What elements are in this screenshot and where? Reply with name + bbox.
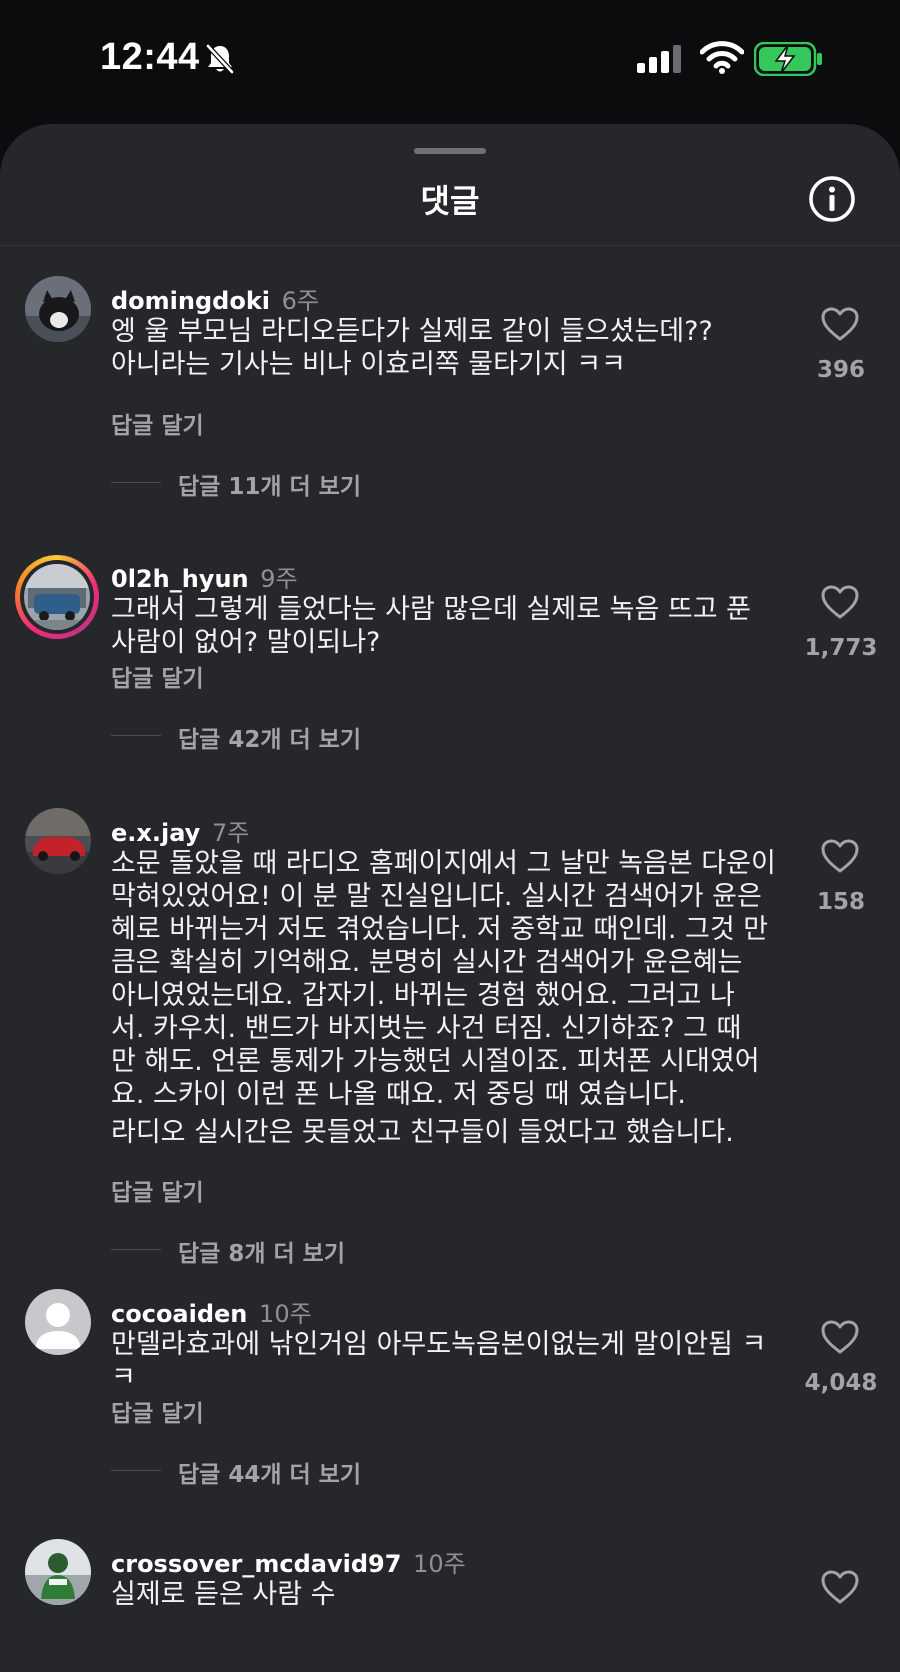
like-count: 4,048 [804,1370,878,1396]
comment-header: 0l2h_hyun 9주 [111,559,298,594]
status-time: 12:44 [100,36,200,78]
replies-divider-line [111,1470,161,1471]
time-ago: 6주 [281,287,320,315]
view-replies-label: 답글 8개 더 보기 [178,1241,345,1267]
avatar[interactable] [25,1539,91,1605]
view-replies-label: 답글 11개 더 보기 [178,474,361,500]
sheet-divider [0,245,900,246]
comments-sheet: 댓글 domingdoki 6주 엥 울 부모님 라디오듣다가 실제로 같이 들… [0,124,900,1672]
time-ago: 9주 [260,565,298,593]
replies-divider-line [111,735,161,736]
avatar[interactable] [25,1289,91,1355]
comment-text: 실제로 듣은 사람 수 [111,1579,336,1610]
sheet-grabber[interactable] [414,148,486,154]
reply-button[interactable]: 답글 달기 [111,406,204,440]
like-count: 396 [816,357,865,383]
reply-button[interactable]: 답글 달기 [111,659,204,693]
comment-text: 그래서 그렇게 들었다는 사람 많은데 실제로 녹음 뜨고 푼 사람이 없어? … [111,594,751,658]
comment-header: e.x.jay 7주 [111,813,249,848]
comment-header: cocoaiden 10주 [111,1294,312,1329]
username[interactable]: e.x.jay [111,819,200,847]
battery-charging-icon [753,41,824,80]
time-ago: 7주 [211,819,250,847]
heart-icon[interactable] [820,306,860,342]
avatar[interactable] [15,555,99,639]
replies-divider-line [111,1249,161,1250]
like-count: 158 [816,889,865,915]
username[interactable]: domingdoki [111,287,270,315]
view-replies-label: 답글 44개 더 보기 [178,1462,361,1488]
username[interactable]: cocoaiden [111,1300,247,1328]
comment-header: crossover_mcdavid97 10주 [111,1544,466,1579]
comment-text: 소문 돌았을 때 라디오 홈페이지에서 그 날만 녹음본 다운이 막혀있었어요!… [111,848,776,1110]
avatar[interactable] [25,808,91,874]
heart-icon[interactable] [820,1569,860,1605]
info-icon[interactable] [808,175,856,223]
avatar[interactable] [25,276,91,342]
reply-button[interactable]: 답글 달기 [111,1173,204,1207]
bell-slash-icon [205,43,235,79]
heart-icon[interactable] [820,1319,860,1355]
heart-icon[interactable] [820,584,860,620]
comment-text-extra: 라디오 실시간은 못들었고 친구들이 들었다고 했습니다. [111,1117,734,1148]
view-replies-label: 답글 42개 더 보기 [178,727,361,753]
username[interactable]: crossover_mcdavid97 [111,1550,401,1578]
status-bar: 12:44 [0,0,900,120]
heart-icon[interactable] [820,838,860,874]
wifi-icon [699,41,745,79]
comment-text: 엥 울 부모님 라디오듣다가 실제로 같이 들으셨는데?? 아니라는 기사는 비… [111,316,713,380]
sheet-title: 댓글 [420,182,480,220]
signal-icon [636,44,682,78]
username[interactable]: 0l2h_hyun [111,565,249,593]
time-ago: 10주 [413,1550,466,1578]
time-ago: 10주 [259,1300,312,1328]
reply-button[interactable]: 답글 달기 [111,1394,204,1428]
replies-divider-line [111,482,161,483]
comment-text: 만델라효과에 낚인거임 아무도녹음본이없는게 말이안됨 ㅋ ㅋ [111,1329,767,1393]
like-count: 1,773 [804,635,878,661]
comment-header: domingdoki 6주 [111,281,319,316]
